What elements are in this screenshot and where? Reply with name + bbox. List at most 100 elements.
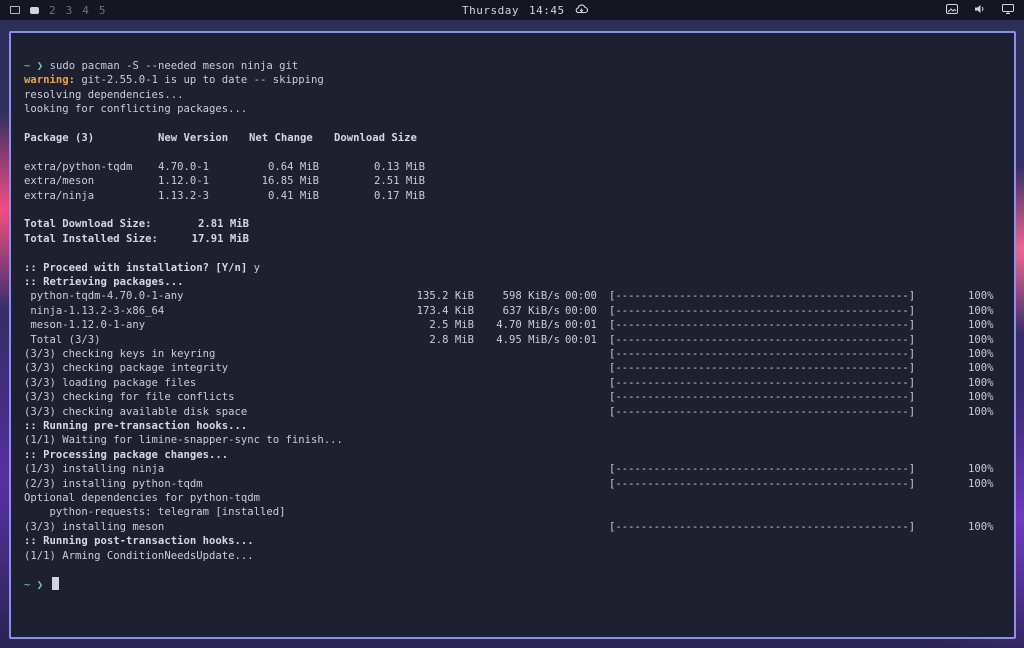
warning-label: warning: <box>24 74 76 87</box>
proceed-prompt: :: Proceed with installation? [Y/n] y <box>24 261 260 275</box>
progress-percent: 100% <box>968 290 994 303</box>
package-download-size: 0.17 MiB <box>373 189 425 202</box>
download-name: meson-1.12.0-1-any <box>24 319 146 332</box>
total-download-value: 2.81 MiB <box>197 218 249 231</box>
install-text: (3/3) installing meson <box>24 520 165 533</box>
progress-bar: [---------------------------------------… <box>609 520 916 533</box>
active-prompt[interactable]: ~ ❯ <box>24 577 59 591</box>
progress-percent: 100% <box>968 348 994 360</box>
progress-percent: 100% <box>968 405 994 418</box>
output-line: Optional dependencies for python-tqdm <box>24 492 260 504</box>
output-line: resolving dependencies... <box>24 88 184 101</box>
download-name: ninja-1.13.2-3-x86_64 <box>24 304 165 317</box>
prompt-path: ~ <box>24 60 31 72</box>
total-installed-line: Total Installed Size: 17.91 MiB <box>24 232 264 246</box>
progress-bar: [---------------------------------------… <box>609 290 916 303</box>
workspace-1-active[interactable] <box>30 6 39 14</box>
output-line: (1/1) Waiting for limine-snapper-sync to… <box>24 434 343 447</box>
download-size: 2.5 MiB <box>429 319 474 332</box>
download-rate: 598 KiB/s <box>502 290 560 303</box>
progress-bar: [---------------------------------------… <box>609 463 916 476</box>
output-line: looking for conflicting packages... <box>24 103 248 116</box>
warning-line: warning: git-2.55.0-1 is up to date -- s… <box>24 73 324 87</box>
section-header: :: Running pre-transaction hooks... <box>24 420 248 432</box>
clock[interactable]: Thursday 14:45 <box>462 0 588 20</box>
progress-bar: [---------------------------------------… <box>609 348 916 360</box>
check-row: (3/3) checking for file conflicts [-----… <box>24 390 1004 404</box>
total-installed-value: 17.91 MiB <box>191 232 249 245</box>
top-bar: 2 3 4 5 Thursday 14:45 <box>0 0 1024 20</box>
download-name: python-tqdm-4.70.0-1-any <box>24 290 184 303</box>
progress-percent: 100% <box>968 362 994 375</box>
output-line: python-requests: telegram [installed] <box>24 506 286 519</box>
display-icon[interactable] <box>1002 3 1014 17</box>
install-row: (2/3) installing python-tqdm [----------… <box>24 477 1004 491</box>
total-download-label: Total Download Size: <box>24 218 152 231</box>
total-installed-label: Total Installed Size: <box>24 232 158 245</box>
install-row: (3/3) installing meson [----------------… <box>24 520 1004 534</box>
progress-bar: [---------------------------------------… <box>609 477 916 490</box>
download-row: Total (3/3) 2.8 MiB 4.95 MiB/s 00:01 [--… <box>24 333 1004 347</box>
workspace-4[interactable]: 4 <box>82 4 89 17</box>
table-row: extra/ninja 1.13.2-3 0.41 MiB 0.17 MiB <box>24 189 444 203</box>
command-line: ~ ❯ sudo pacman -S --needed meson ninja … <box>24 59 298 73</box>
screenshot-icon[interactable] <box>946 3 958 17</box>
header-package: Package (3) <box>24 132 95 144</box>
header-download-size: Download Size <box>334 132 417 144</box>
terminal-window[interactable]: ~ ❯ sudo pacman -S --needed meson ninja … <box>9 31 1016 639</box>
progress-bar: [---------------------------------------… <box>609 304 916 317</box>
workspace-3[interactable]: 3 <box>66 4 73 17</box>
check-text: (3/3) checking available disk space <box>24 405 248 418</box>
section-header: :: Running post-transaction hooks... <box>24 535 254 548</box>
download-rate: 4.95 MiB/s <box>496 333 560 346</box>
header-new-version: New Version <box>158 132 229 144</box>
cloud-sync-icon[interactable] <box>575 4 588 17</box>
package-download-size: 2.51 MiB <box>373 175 425 188</box>
progress-bar: [---------------------------------------… <box>609 405 916 418</box>
check-row: (3/3) checking package integrity [------… <box>24 361 1004 375</box>
workspace-2[interactable]: 2 <box>49 4 56 17</box>
download-size: 135.2 KiB <box>416 290 474 303</box>
download-row: meson-1.12.0-1-any 2.5 MiB 4.70 MiB/s 00… <box>24 318 1004 332</box>
header-net-change: Net Change <box>249 132 313 144</box>
progress-percent: 100% <box>968 477 994 490</box>
table-row: extra/meson 1.12.0-1 16.85 MiB 2.51 MiB <box>24 174 444 188</box>
proceed-answer: y <box>253 261 261 274</box>
check-row: (3/3) loading package files [-----------… <box>24 376 1004 390</box>
check-text: (3/3) loading package files <box>24 376 197 389</box>
download-row: python-tqdm-4.70.0-1-any 135.2 KiB 598 K… <box>24 289 1004 303</box>
check-text: (3/3) checking keys in keyring <box>24 348 216 360</box>
section-header: :: Retrieving packages... <box>24 276 184 288</box>
package-version: 1.12.0-1 <box>158 175 210 188</box>
progress-bar: [---------------------------------------… <box>609 391 916 404</box>
install-row: (1/3) installing ninja [----------------… <box>24 462 1004 476</box>
prompt-arrow-icon: ❯ <box>36 60 44 72</box>
download-rate: 637 KiB/s <box>502 304 560 317</box>
volume-icon[interactable] <box>974 4 986 17</box>
download-size: 173.4 KiB <box>416 304 474 317</box>
clock-day: Thursday <box>462 3 519 17</box>
progress-percent: 100% <box>968 463 994 476</box>
package-table-header: Package (3) New Version Net Change Downl… <box>24 131 444 145</box>
text-cursor[interactable] <box>51 577 59 590</box>
check-row: (3/3) checking available disk space [---… <box>24 405 1004 419</box>
download-time: 00:01 <box>565 333 597 346</box>
package-name: extra/python-tqdm <box>24 160 133 173</box>
app-launcher-icon[interactable] <box>10 6 20 14</box>
package-net-change: 0.64 MiB <box>267 160 319 173</box>
download-time: 00:01 <box>565 319 597 332</box>
workspace-5[interactable]: 5 <box>99 4 106 17</box>
progress-percent: 100% <box>968 520 994 533</box>
download-row: ninja-1.13.2-3-x86_64 173.4 KiB 637 KiB/… <box>24 304 1004 318</box>
progress-bar: [---------------------------------------… <box>609 333 916 346</box>
proceed-question: :: Proceed with installation? [Y/n] <box>24 261 248 274</box>
package-name: extra/ninja <box>24 189 95 202</box>
package-net-change: 0.41 MiB <box>267 189 319 202</box>
package-version: 4.70.0-1 <box>158 160 210 173</box>
check-row: (3/3) checking keys in keyring [--------… <box>24 347 1004 361</box>
command-text: sudo pacman -S --needed meson ninja git <box>49 60 299 72</box>
table-row: extra/python-tqdm 4.70.0-1 0.64 MiB 0.13… <box>24 160 444 174</box>
prompt-path: ~ <box>24 579 31 591</box>
package-name: extra/meson <box>24 175 95 188</box>
progress-percent: 100% <box>968 376 994 389</box>
